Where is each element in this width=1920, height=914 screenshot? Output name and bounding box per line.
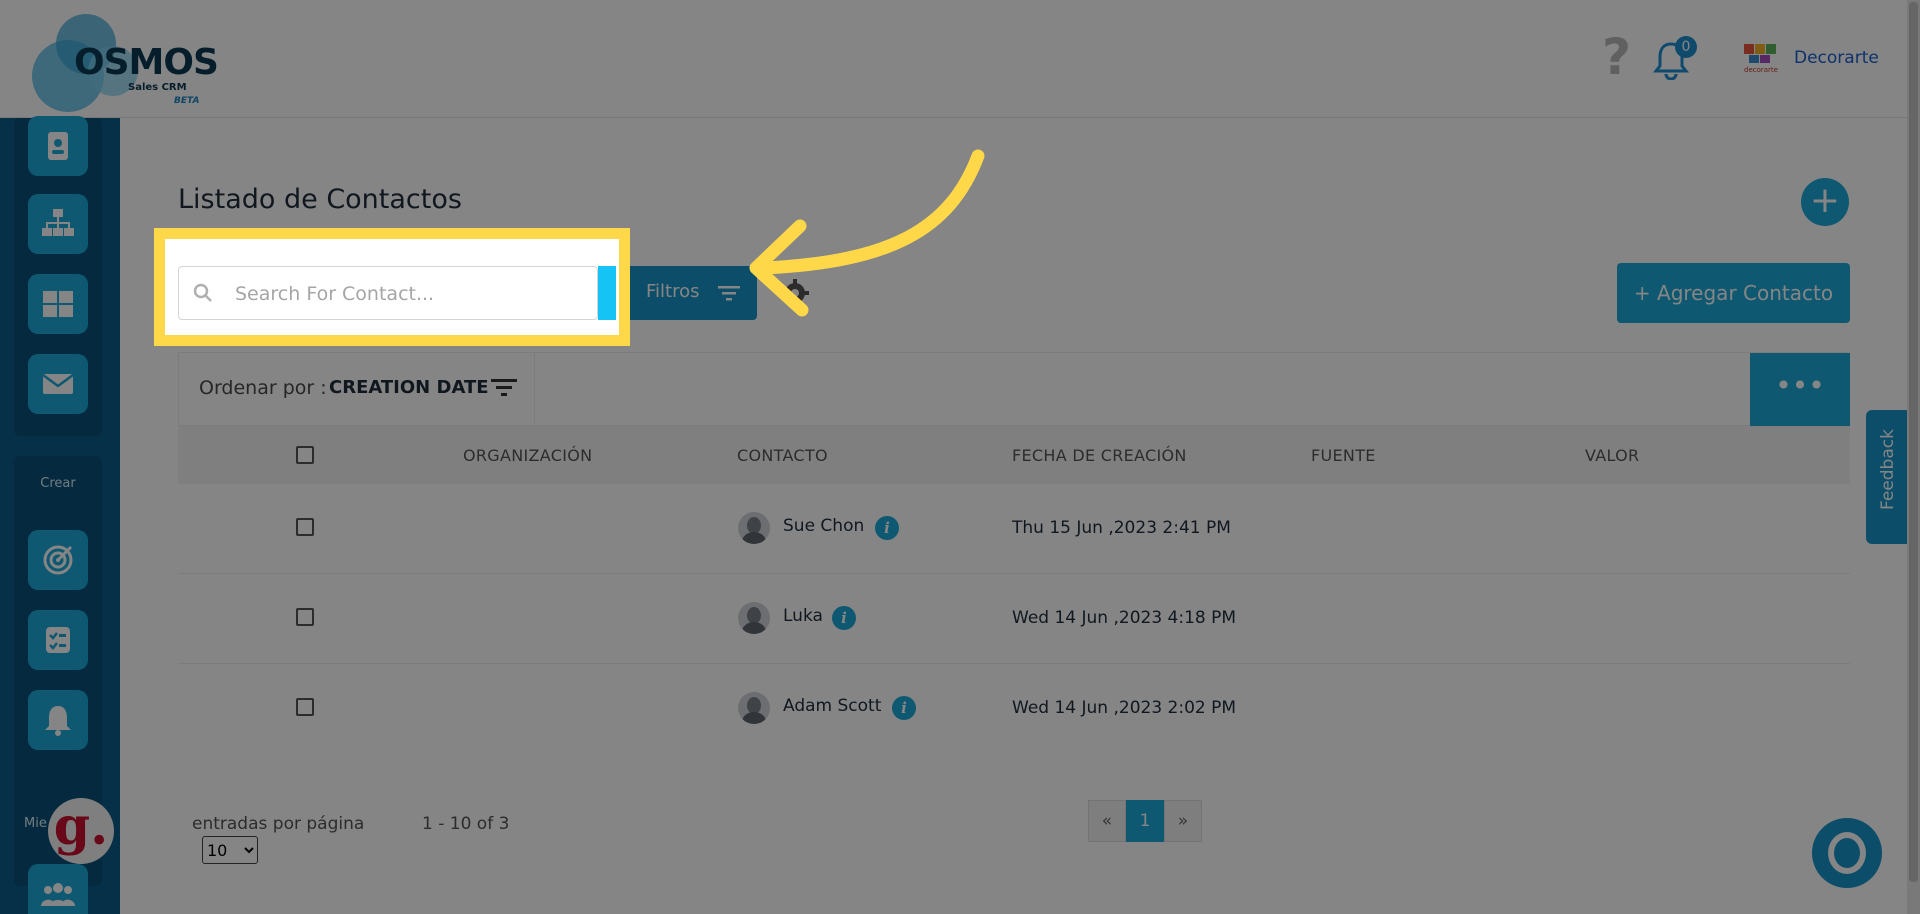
spotlight-search xyxy=(165,239,619,335)
search-submit-button-highlighted[interactable] xyxy=(598,266,616,320)
search-input-highlighted[interactable] xyxy=(235,279,585,309)
tutorial-arrow-icon xyxy=(749,149,985,317)
search-box-highlighted xyxy=(178,266,598,320)
tutorial-dim-overlay xyxy=(0,0,1920,914)
search-icon xyxy=(193,283,212,302)
